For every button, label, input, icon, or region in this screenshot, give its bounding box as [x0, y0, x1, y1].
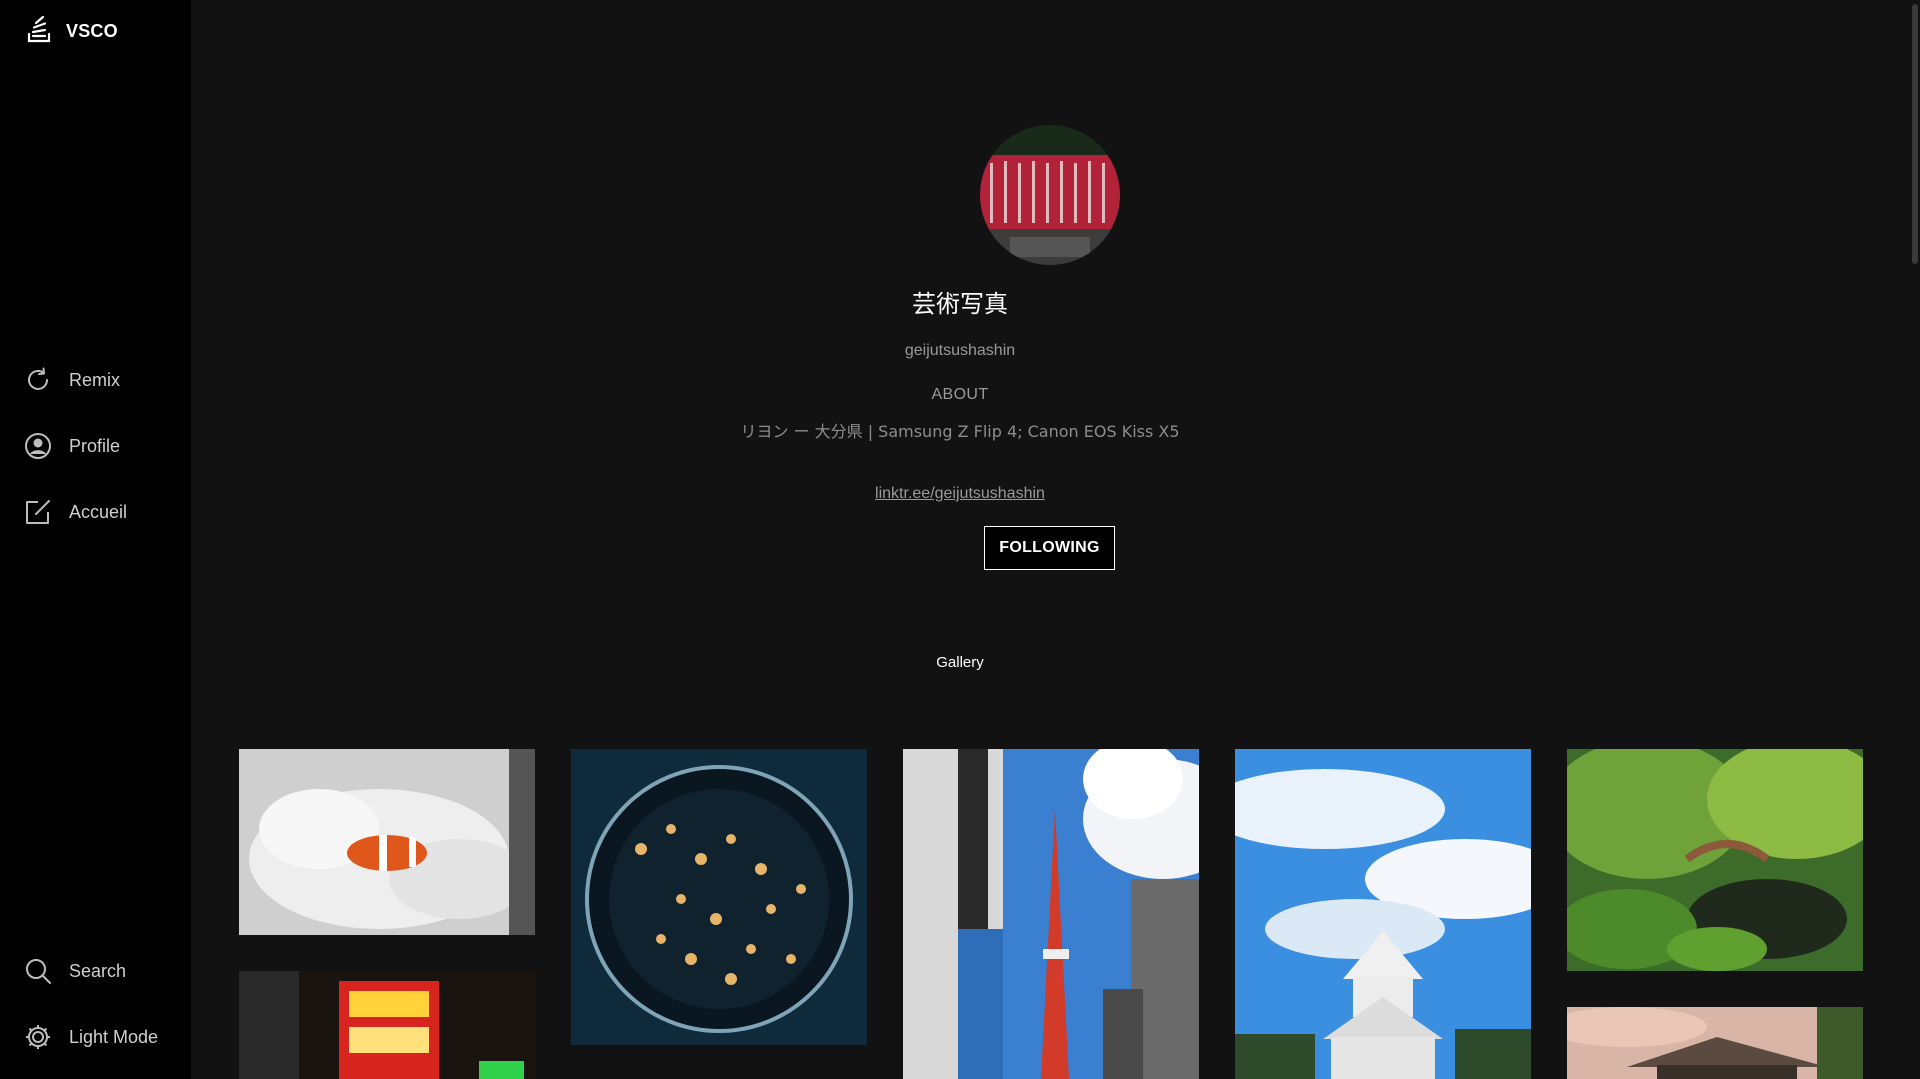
- sidebar-item-search[interactable]: Search: [24, 957, 126, 985]
- about-text: リヨン ー 大分県 | Samsung Z Flip 4; Canon EOS …: [740, 422, 1180, 441]
- scrollbar[interactable]: [1910, 0, 1920, 1079]
- sidebar-item-label: Light Mode: [69, 1026, 159, 1047]
- gallery-photo-osaka-castle[interactable]: [1235, 749, 1531, 1079]
- gallery-photo-tokyo-tower[interactable]: [903, 749, 1199, 1079]
- profile-link[interactable]: linktr.ee/geijutsushashin: [0, 485, 1920, 503]
- following-button[interactable]: FOLLOWING: [984, 526, 1115, 570]
- brand-label: VSCO: [66, 21, 118, 41]
- gallery-photo-clownfish[interactable]: [239, 749, 535, 935]
- username: geijutsushashin: [904, 342, 1016, 359]
- scrollbar-thumb[interactable]: [1912, 4, 1918, 264]
- avatar[interactable]: [980, 125, 1120, 265]
- sidebar-item-light-mode[interactable]: Light Mode: [24, 1023, 158, 1051]
- sidebar: VSCO Remix Profile Accueil Search Light …: [0, 0, 191, 1079]
- gallery-photo-garden[interactable]: [1567, 749, 1863, 971]
- gallery-photo-roof-sunset[interactable]: [1567, 1007, 1863, 1079]
- sidebar-item-label: Search: [69, 960, 127, 981]
- gear-icon: [24, 1023, 52, 1051]
- gallery-photo-neon-signs[interactable]: [239, 971, 535, 1079]
- display-name: 芸術写真: [912, 290, 1008, 318]
- brand[interactable]: VSCO: [26, 14, 118, 49]
- vsco-stack-icon: [26, 14, 52, 49]
- about-title: ABOUT: [931, 386, 989, 403]
- sidebar-item-label: Accueil: [69, 501, 128, 522]
- tab-gallery[interactable]: Gallery: [0, 654, 1920, 671]
- gallery-photo-jellyfish[interactable]: [571, 749, 867, 1045]
- search-icon: [24, 957, 52, 985]
